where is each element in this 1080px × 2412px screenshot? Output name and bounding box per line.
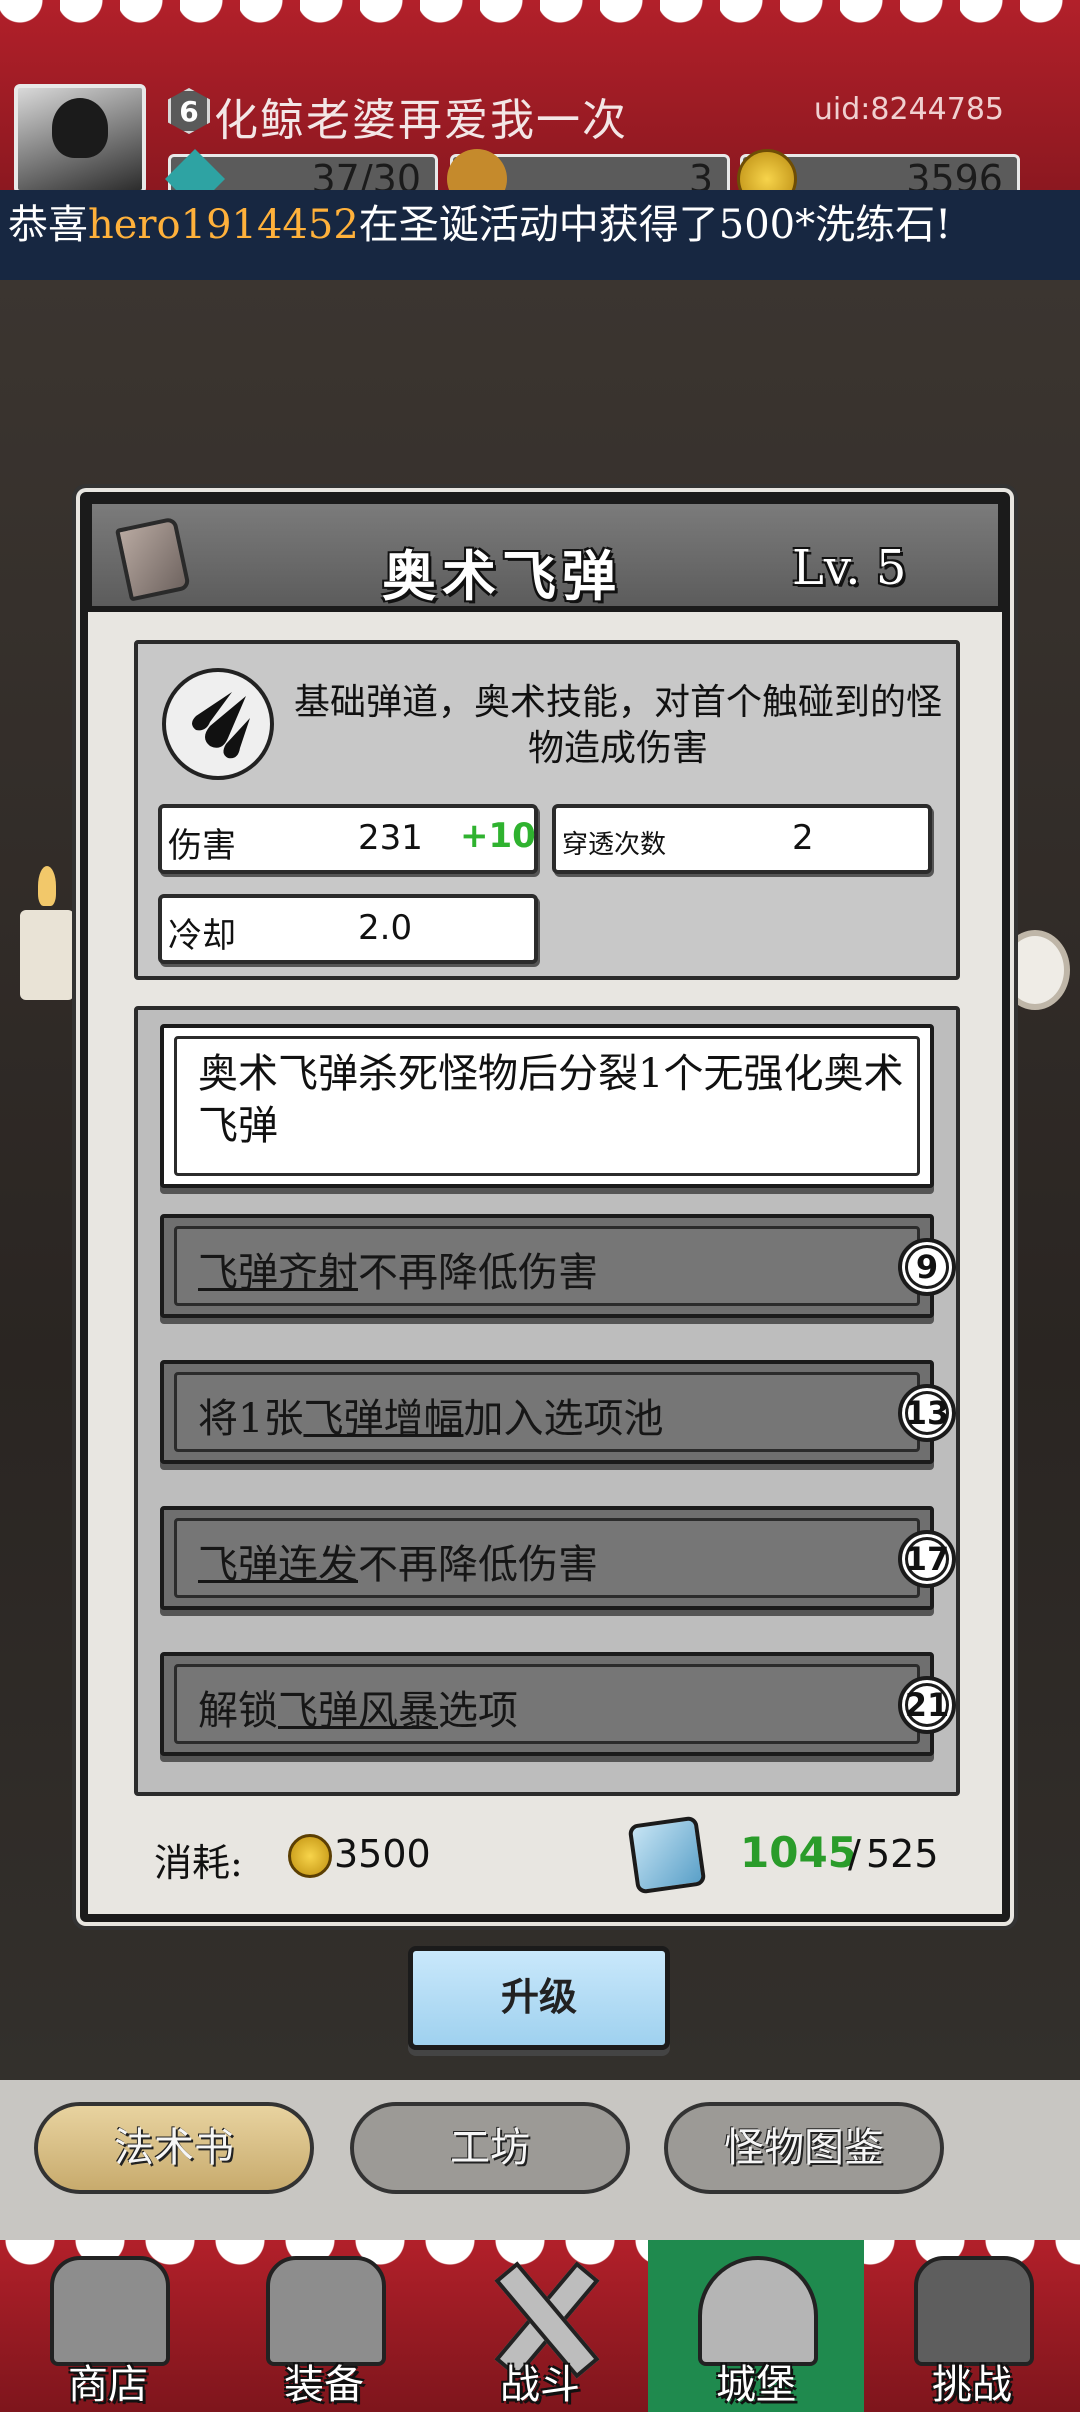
upgrade-keyword-link[interactable]: 飞弹齐射: [198, 1250, 358, 1296]
gem-separator: /: [848, 1832, 861, 1876]
skill-info-panel: 基础弹道，奥术技能，对首个触碰到的怪物造成伤害 伤害 231 +10 穿透次数 …: [134, 640, 960, 980]
arcane-missile-icon: [162, 668, 274, 780]
player-level-badge: 6: [168, 88, 210, 134]
skill-detail-modal: 奥术飞弹 Lv. 5 基础弹道，奥术技能，对首个触碰到的怪物造成伤害 伤害 23…: [80, 492, 1010, 1922]
nav-equipment-label: 装备: [284, 2362, 364, 2408]
spellbook-icon: [114, 516, 192, 602]
upgrade-node-prefix: 解锁: [198, 1688, 278, 1734]
tab-spellbook[interactable]: 法术书: [34, 2102, 314, 2194]
cooldown-stat: 冷却 2.0: [158, 894, 538, 964]
upgrade-node[interactable]: 飞弹齐射不再降低伤害 9: [160, 1214, 956, 1318]
nav-challenge-label: 挑战: [932, 2362, 1012, 2408]
locked-challenge-icon: [914, 2256, 1034, 2366]
cost-label: 消耗:: [154, 1841, 243, 1885]
pierce-stat: 穿透次数 2: [552, 804, 932, 874]
upgrade-node[interactable]: 解锁飞弹风暴选项 21: [160, 1652, 956, 1756]
upgrade-node-suffix: 加入选项池: [463, 1396, 664, 1442]
active-upgrade-text: 奥术飞弹杀死怪物后分裂1个无强化奥术飞弹: [198, 1051, 904, 1149]
gold-cost: 3500: [334, 1832, 431, 1876]
gem-required: 525: [866, 1832, 939, 1876]
tab-monster-codex[interactable]: 怪物图鉴: [664, 2102, 944, 2194]
candle-decoration: [20, 866, 74, 1000]
avatar[interactable]: [14, 84, 146, 190]
backpack-icon: [266, 2256, 386, 2366]
upgrade-node-suffix: 选项: [438, 1688, 518, 1734]
nav-shop[interactable]: 商店: [0, 2240, 216, 2412]
upgrade-node-text: 将1张飞弹增幅加入选项池: [198, 1386, 663, 1444]
damage-stat: 伤害 231 +10: [158, 804, 538, 874]
gem-owned: 1045: [740, 1828, 857, 1877]
category-tabs: 法术书 工坊 怪物图鉴: [0, 2080, 1080, 2240]
upgrade-button[interactable]: 升级: [408, 1946, 670, 2050]
damage-label: 伤害: [168, 826, 236, 866]
damage-bonus: +10: [460, 816, 536, 856]
energy-icon: [165, 149, 225, 190]
nav-battle-label: 战斗: [500, 2362, 580, 2408]
nav-castle[interactable]: 城堡: [648, 2240, 864, 2412]
upgrade-node[interactable]: 飞弹连发不再降低伤害 17: [160, 1506, 956, 1610]
pierce-value: 2: [792, 818, 814, 858]
top-bar: 6 化鲸老婆再爱我一次 uid:8244785 37/30 3 3596: [0, 0, 1080, 190]
unlock-level-badge: 17: [898, 1530, 956, 1588]
upgrade-path-list: 奥术飞弹杀死怪物后分裂1个无强化奥术飞弹 飞弹齐射不再降低伤害 9 将1张飞弹增…: [134, 1006, 960, 1796]
player-uid: uid:8244785: [813, 92, 1004, 127]
item-icon: [447, 149, 507, 190]
marquee-message: 在圣诞活动中获得了500*洗练石!: [358, 202, 952, 248]
upgrade-node-text: 飞弹连发不再降低伤害: [198, 1532, 598, 1590]
gold-coin-icon: [288, 1834, 332, 1878]
pierce-label: 穿透次数: [562, 830, 667, 860]
nav-battle[interactable]: 战斗: [432, 2240, 648, 2412]
player-name: 化鲸老婆再爱我一次: [214, 95, 628, 146]
upgrade-node-suffix: 不再降低伤害: [358, 1250, 598, 1296]
skill-description: 基础弹道，奥术技能，对首个触碰到的怪物造成伤害: [293, 682, 942, 769]
energy-value: 37/30: [311, 157, 421, 190]
nav-castle-label: 城堡: [716, 2362, 796, 2408]
gold-value: 3596: [906, 157, 1003, 190]
upgrade-node-text: 飞弹齐射不再降低伤害: [198, 1240, 598, 1298]
bottom-navigation: 商店 装备 战斗 城堡 挑战: [0, 2240, 1080, 2412]
cooldown-value: 2.0: [358, 908, 413, 948]
upgrade-keyword-link[interactable]: 飞弹增幅: [303, 1396, 463, 1442]
skill-gem-icon: [627, 1815, 707, 1895]
damage-value: 231: [358, 818, 423, 858]
tab-workshop[interactable]: 工坊: [350, 2102, 630, 2194]
snow-decoration: [0, 0, 1080, 36]
nav-shop-label: 商店: [68, 2362, 148, 2408]
item-value: 3: [688, 157, 713, 190]
gold-counter[interactable]: 3596: [737, 149, 1020, 190]
modal-header: 奥术飞弹 Lv. 5: [86, 498, 1004, 612]
nav-challenge[interactable]: 挑战: [864, 2240, 1080, 2412]
unlock-level-badge: 9: [898, 1238, 956, 1296]
upgrade-keyword-link[interactable]: 飞弹风暴: [278, 1688, 438, 1734]
announcement-marquee: 恭喜hero1914452在圣诞活动中获得了500*洗练石!: [0, 190, 1080, 280]
upgrade-node-text: 解锁飞弹风暴选项: [198, 1678, 518, 1736]
upgrade-node[interactable]: 将1张飞弹增幅加入选项池 13: [160, 1360, 956, 1464]
active-upgrade: 奥术飞弹杀死怪物后分裂1个无强化奥术飞弹: [160, 1024, 934, 1188]
upgrade-cost-row: 消耗: 3500 1045 / 525: [154, 1815, 954, 1895]
nav-equipment[interactable]: 装备: [216, 2240, 432, 2412]
castle-icon: [698, 2256, 818, 2366]
upgrade-node-prefix: 将1张: [198, 1396, 304, 1442]
unlock-level-badge: 21: [898, 1676, 956, 1734]
shop-icon: [50, 2256, 170, 2366]
gold-coin-icon: [737, 149, 797, 190]
upgrade-node-suffix: 不再降低伤害: [358, 1542, 598, 1588]
marquee-player: hero1914452: [88, 202, 359, 248]
skill-name: 奥术飞弹: [382, 544, 622, 608]
marquee-prefix: 恭喜: [8, 202, 88, 248]
cooldown-label: 冷却: [168, 916, 236, 956]
upgrade-keyword-link[interactable]: 飞弹连发: [198, 1542, 358, 1588]
item-counter[interactable]: 3: [447, 149, 730, 190]
unlock-level-badge: 13: [898, 1384, 956, 1442]
energy-counter[interactable]: 37/30: [165, 149, 438, 190]
crossed-swords-icon: [482, 2256, 602, 2366]
clock-decoration: [1000, 930, 1070, 1010]
skill-level: Lv. 5: [792, 540, 907, 596]
